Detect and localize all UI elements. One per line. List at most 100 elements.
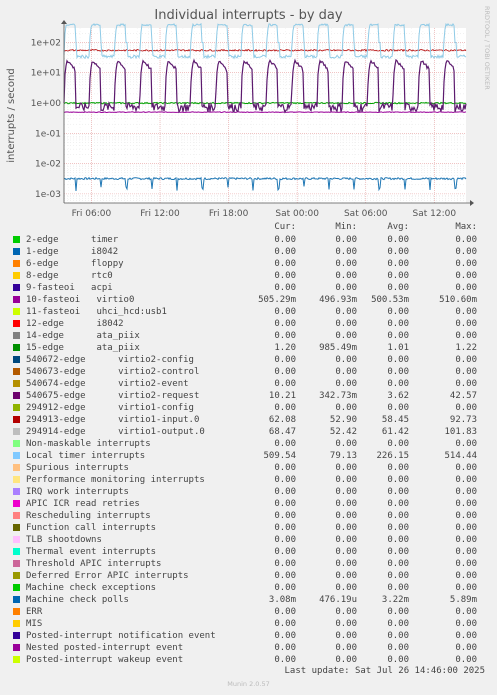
legend-header-min: Min: (335, 222, 357, 232)
legend-value-min: 0.00 (335, 619, 357, 629)
legend-value-cur: 10.21 (268, 391, 296, 401)
legend-value-min: 79.13 (329, 451, 357, 461)
legend-value-min: 0.00 (335, 307, 357, 317)
legend-value-min: 0.00 (335, 547, 357, 557)
legend-row: Thermal event interrupts 0.00 0.00 0.00 0.00 (0, 546, 497, 558)
legend-value-max: 0.00 (455, 619, 477, 629)
legend-value-max: 0.00 (455, 571, 477, 581)
legend-value-min: 0.00 (335, 247, 357, 257)
legend-value-max: 0.00 (455, 523, 477, 533)
legend-value-avg: 0.00 (387, 487, 409, 497)
legend-value-cur: 0.00 (274, 331, 296, 341)
legend-series-name: Machine check polls (26, 595, 129, 605)
legend-value-cur: 0.00 (274, 319, 296, 329)
legend-swatch (13, 656, 20, 663)
legend-series-name: ERR (26, 607, 43, 617)
legend-series-name: Posted-interrupt notification event (26, 631, 216, 641)
legend-series-name: 540672-edge virtio2-config (26, 355, 194, 365)
legend-value-cur: 0.00 (274, 547, 296, 557)
legend-value-min: 0.00 (335, 655, 357, 665)
legend-value-min: 0.00 (335, 271, 357, 281)
legend-value-min: 0.00 (335, 355, 357, 365)
legend-value-max: 0.00 (455, 655, 477, 665)
legend-series-name: 294912-edge virtio1-config (26, 403, 194, 413)
legend-value-avg: 0.00 (387, 631, 409, 641)
legend-swatch (13, 476, 20, 483)
legend-value-min: 0.00 (335, 583, 357, 593)
legend-value-cur: 509.54 (263, 451, 296, 461)
legend-value-min: 0.00 (335, 283, 357, 293)
legend-value-avg: 0.00 (387, 439, 409, 449)
legend-value-avg: 0.00 (387, 235, 409, 245)
legend-row: 10-fasteoi virtio0 505.29m 496.93m 500.53m 5… (0, 294, 497, 306)
legend-row: Posted-interrupt wakeup event 0.00 0.00 0.0… (0, 654, 497, 666)
legend-swatch (13, 440, 20, 447)
legend-value-min: 0.00 (335, 439, 357, 449)
legend-swatch (13, 584, 20, 591)
legend-swatch (13, 272, 20, 279)
legend-value-cur: 0.00 (274, 535, 296, 545)
legend-swatch (13, 524, 20, 531)
legend-swatch (13, 500, 20, 507)
legend-value-max: 92.73 (449, 415, 477, 425)
legend-row: Local timer interrupts 509.54 79.13 226.15 5… (0, 450, 497, 462)
legend-value-max: 0.00 (455, 307, 477, 317)
legend-series-name: 12-edge i8042 (26, 319, 124, 329)
legend-value-max: 0.00 (455, 475, 477, 485)
legend-value-cur: 0.00 (274, 307, 296, 317)
munin-footer: Munin 2.0.57 (227, 680, 270, 688)
legend-series-name: 1-edge i8042 (26, 247, 119, 257)
legend-value-max: 0.00 (455, 331, 477, 341)
legend-series-name: 294914-edge virtio1-output.0 (26, 427, 205, 437)
legend-value-avg: 0.00 (387, 559, 409, 569)
legend-value-avg: 0.00 (387, 259, 409, 269)
legend-value-cur: 0.00 (274, 259, 296, 269)
legend-value-avg: 0.00 (387, 331, 409, 341)
legend-value-min: 496.93m (319, 295, 357, 305)
legend-value-avg: 0.00 (387, 571, 409, 581)
legend-value-cur: 0.00 (274, 607, 296, 617)
legend-row: TLB shootdowns 0.00 0.00 0.00 0.00 (0, 534, 497, 546)
legend-value-cur: 0.00 (274, 559, 296, 569)
legend-swatch (13, 632, 20, 639)
legend-value-cur: 0.00 (274, 499, 296, 509)
legend-series-name: 14-edge ata_piix (26, 331, 140, 341)
legend-series-name: IRQ work interrupts (26, 487, 129, 497)
legend-value-min: 0.00 (335, 523, 357, 533)
legend-row: 1-edge i8042 0.00 0.00 0.00 0.00 (0, 246, 497, 258)
legend-value-max: 0.00 (455, 487, 477, 497)
legend-value-avg: 0.00 (387, 247, 409, 257)
legend-swatch (13, 344, 20, 351)
legend-series-name: 6-edge floppy (26, 259, 124, 269)
legend-header-max: Max: (455, 222, 477, 232)
legend-row: Machine check exceptions 0.00 0.00 0.00 0.00 (0, 582, 497, 594)
legend-value-avg: 500.53m (371, 295, 409, 305)
legend-value-max: 0.00 (455, 559, 477, 569)
legend-row: 8-edge rtc0 0.00 0.00 0.00 0.00 (0, 270, 497, 282)
legend-series-name: 2-edge timer (26, 235, 119, 245)
legend-value-cur: 0.00 (274, 475, 296, 485)
legend-value-max: 0.00 (455, 547, 477, 557)
legend-swatch (13, 320, 20, 327)
legend-series-name: Performance monitoring interrupts (26, 475, 205, 485)
legend-value-cur: 1.20 (274, 343, 296, 353)
legend-swatch (13, 332, 20, 339)
legend-value-min: 0.00 (335, 331, 357, 341)
legend-swatch (13, 236, 20, 243)
legend-series-name: 15-edge ata_piix (26, 343, 140, 353)
legend-swatch (13, 620, 20, 627)
legend-value-cur: 0.00 (274, 403, 296, 413)
legend-value-avg: 3.22m (381, 595, 409, 605)
legend-value-cur: 0.00 (274, 619, 296, 629)
last-update: Last update: Sat Jul 26 14:46:00 2025 (284, 666, 485, 676)
legend-row: Performance monitoring interrupts 0.00 0.0… (0, 474, 497, 486)
legend-value-avg: 0.00 (387, 403, 409, 413)
legend-series-name: 294913-edge virtio1-input.0 (26, 415, 200, 425)
legend-value-avg: 0.00 (387, 271, 409, 281)
legend-value-min: 0.00 (335, 475, 357, 485)
legend-value-min: 0.00 (335, 511, 357, 521)
legend-series-name: Machine check exceptions (26, 583, 157, 593)
legend-value-min: 342.73m (319, 391, 357, 401)
legend-swatch (13, 464, 20, 471)
legend-value-cur: 0.00 (274, 367, 296, 377)
